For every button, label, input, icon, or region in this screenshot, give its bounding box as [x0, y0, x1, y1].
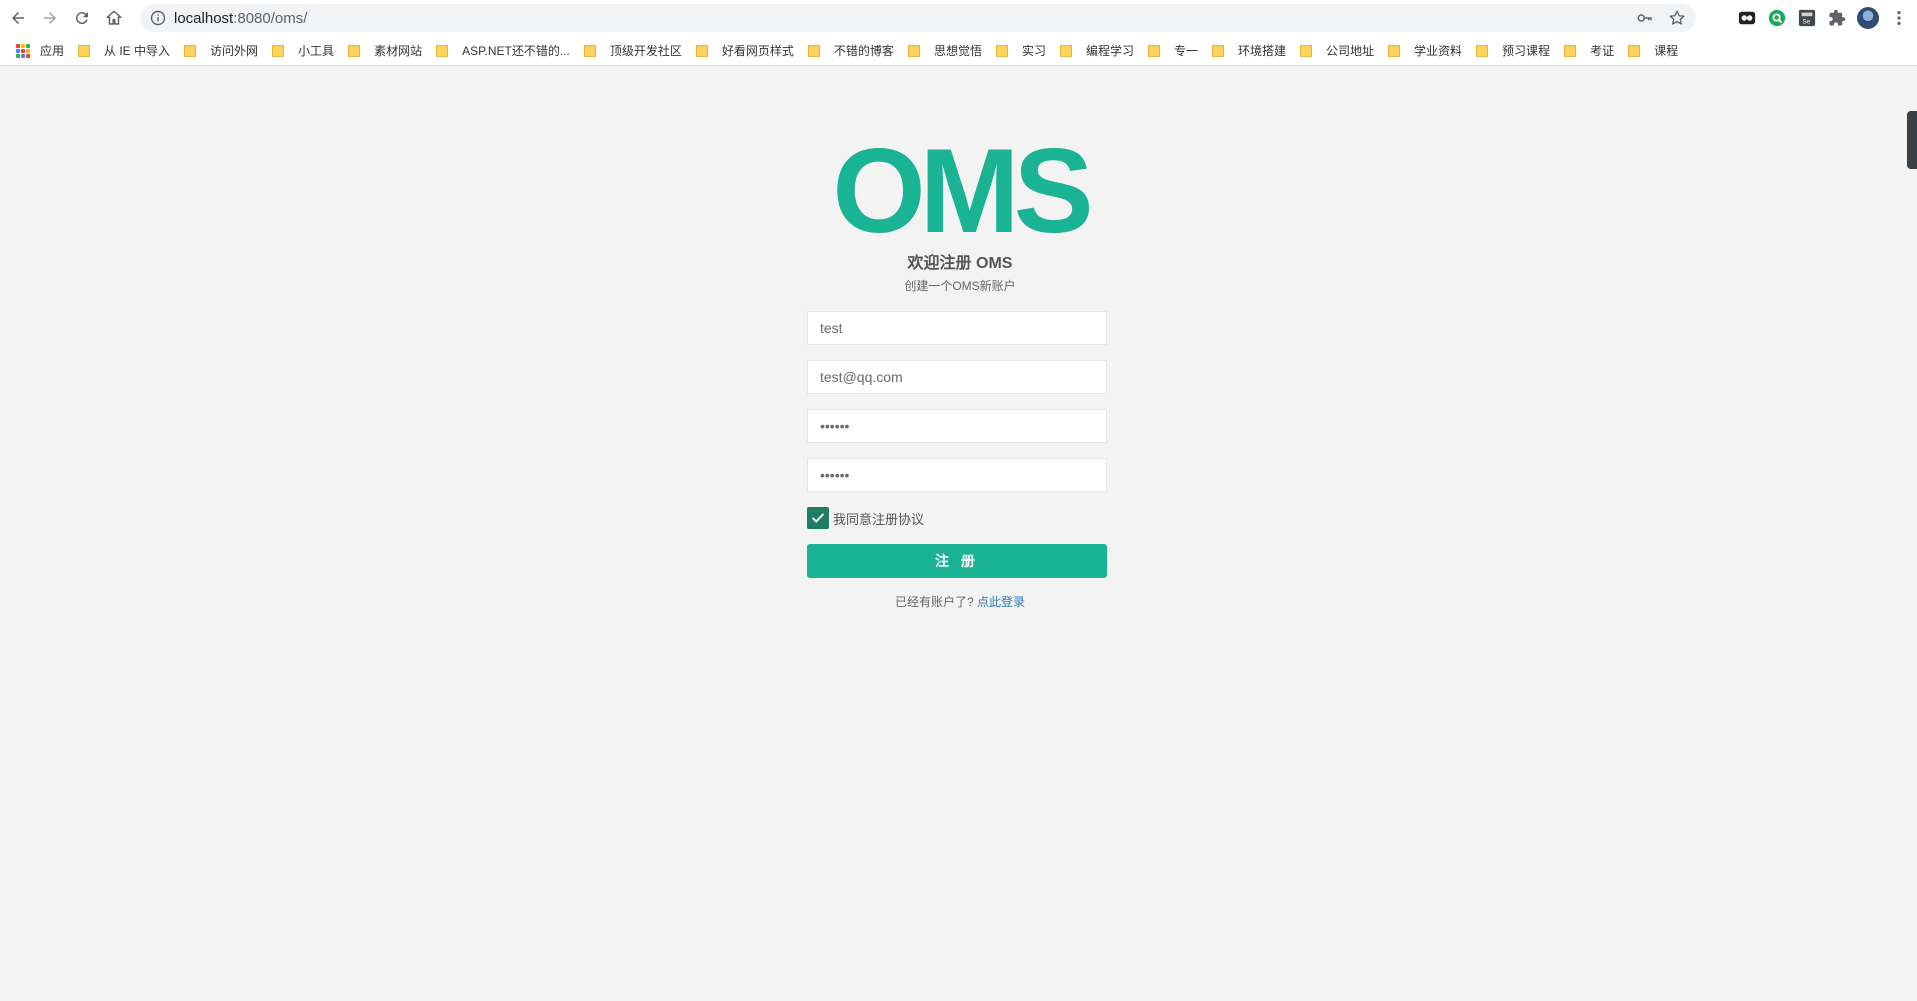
bookmark-folder[interactable]: ASP.NET还不错的... — [430, 39, 578, 63]
bookmark-folder[interactable]: 实习 — [990, 39, 1054, 63]
reload-button[interactable] — [66, 2, 98, 34]
bookmark-folder[interactable]: 课程 — [1622, 39, 1686, 63]
password-field[interactable] — [807, 409, 1107, 443]
login-prompt-row: 已经有账户了? 点此登录 — [760, 593, 1160, 610]
bookmark-folder[interactable]: 从 IE 中导入 — [72, 39, 178, 63]
bookmark-label: 顶级开发社区 — [609, 44, 682, 58]
bookmark-folder[interactable]: 公司地址 — [1294, 39, 1382, 63]
bookmark-label: 课程 — [1654, 44, 1679, 58]
folder-icon — [1564, 44, 1577, 57]
folder-icon — [1147, 44, 1160, 57]
bookmark-label: 小工具 — [298, 44, 335, 58]
bookmark-label: 从 IE 中导入 — [104, 44, 171, 58]
folder-icon — [583, 44, 596, 57]
bookmark-label: 编程学习 — [1085, 44, 1134, 58]
extension-icon-1[interactable] — [1737, 8, 1757, 28]
oms-logo: OMS — [832, 124, 1093, 258]
extension-icon-2[interactable] — [1767, 8, 1787, 28]
site-info-icon[interactable] — [150, 10, 166, 26]
login-prompt: 已经有账户了? — [894, 595, 974, 609]
reload-icon — [75, 12, 88, 25]
bookmark-label: 不错的博客 — [833, 44, 894, 58]
puzzle-icon[interactable] — [1827, 8, 1847, 28]
home-button[interactable] — [98, 2, 130, 34]
extensions-area: Se — [1737, 4, 1917, 32]
bookmark-label: 素材网站 — [374, 44, 423, 58]
folder-icon — [1628, 44, 1641, 57]
forward-icon — [44, 12, 56, 24]
bookmark-label: 访问外网 — [210, 44, 259, 58]
bookmark-folder[interactable]: 学业资料 — [1382, 39, 1470, 63]
bookmark-folder[interactable]: 顶级开发社区 — [578, 39, 690, 63]
profile-avatar[interactable] — [1857, 7, 1879, 29]
agree-row: 我同意注册协议 — [807, 507, 924, 529]
bookmark-label: ASP.NET还不错的... — [462, 44, 570, 58]
folder-icon — [907, 44, 920, 57]
bookmark-label: 专一 — [1173, 44, 1198, 58]
folder-icon — [807, 44, 820, 57]
register-page: OMS 欢迎注册 OMS 创建一个OMS新账户 我同意注册协议 注 册 已经有账… — [0, 66, 1917, 1001]
username-field[interactable] — [807, 311, 1107, 345]
bookmark-folder[interactable]: 环境搭建 — [1206, 39, 1294, 63]
bookmark-label: 实习 — [1021, 44, 1046, 58]
folder-icon — [78, 44, 91, 57]
url-host: localhost — [174, 9, 234, 27]
folder-icon — [272, 44, 285, 57]
confirm-password-field[interactable] — [807, 458, 1107, 492]
bookmarks-bar: 应用 从 IE 中导入 访问外网 小工具 素材网站 ASP.NET还不错的...… — [0, 36, 1917, 66]
bookmark-label: 环境搭建 — [1238, 44, 1287, 58]
folder-icon — [436, 44, 449, 57]
forward-button[interactable] — [34, 2, 66, 34]
register-button[interactable]: 注 册 — [807, 544, 1107, 578]
bookmark-label: 好看网页样式 — [721, 44, 794, 58]
url-path: :8080/oms/ — [233, 9, 308, 27]
extension-icon-3[interactable]: Se — [1797, 8, 1817, 28]
bookmark-folder[interactable]: 考证 — [1558, 39, 1622, 63]
checkmark-icon — [812, 513, 824, 523]
apps-grid-icon — [16, 43, 30, 58]
email-field[interactable] — [807, 360, 1107, 394]
bookmark-label: 思想觉悟 — [933, 44, 982, 58]
bookmark-label: 考证 — [1590, 44, 1615, 58]
bookmark-star-icon[interactable] — [1668, 9, 1686, 27]
browser-toolbar: localhost:8080/oms/ Se — [0, 0, 1917, 36]
folder-icon — [695, 44, 708, 57]
page-title: 欢迎注册 OMS — [907, 255, 1013, 272]
apps-shortcut[interactable]: 应用 — [10, 39, 72, 63]
login-link[interactable]: 点此登录 — [977, 595, 1025, 609]
key-icon[interactable] — [1636, 9, 1654, 27]
bookmark-folder[interactable]: 小工具 — [266, 39, 342, 63]
home-icon — [106, 10, 122, 25]
bookmark-label: 公司地址 — [1326, 44, 1375, 58]
apps-label: 应用 — [40, 44, 65, 58]
bookmark-label: 学业资料 — [1414, 44, 1463, 58]
bookmark-folder[interactable]: 好看网页样式 — [690, 39, 802, 63]
agree-checkbox[interactable] — [807, 507, 829, 529]
bookmark-folder[interactable]: 预习课程 — [1470, 39, 1558, 63]
folder-icon — [348, 44, 361, 57]
address-bar[interactable]: localhost:8080/oms/ — [140, 4, 1696, 32]
bookmark-folder[interactable]: 专一 — [1142, 39, 1206, 63]
agree-label: 我同意注册协议 — [833, 511, 925, 527]
bookmark-folder[interactable]: 访问外网 — [178, 39, 266, 63]
bookmark-folder[interactable]: 素材网站 — [342, 39, 430, 63]
back-button[interactable] — [2, 2, 34, 34]
bookmark-label: 预习课程 — [1502, 44, 1551, 58]
folder-icon — [1476, 44, 1489, 57]
folder-icon — [1212, 44, 1224, 57]
folder-icon — [1388, 44, 1401, 57]
svg-text:Se: Se — [1803, 18, 1811, 25]
bookmark-folder[interactable]: 思想觉悟 — [902, 39, 990, 63]
folder-icon — [995, 44, 1008, 57]
menu-dots-icon[interactable] — [1889, 8, 1909, 28]
folder-icon — [184, 44, 197, 57]
folder-icon — [1300, 44, 1313, 57]
bookmark-folder[interactable]: 不错的博客 — [802, 39, 902, 63]
bookmark-folder[interactable]: 编程学习 — [1054, 39, 1142, 63]
back-icon — [12, 12, 24, 24]
page-subtitle: 创建一个OMS新账户 — [904, 279, 1016, 293]
folder-icon — [1059, 44, 1072, 57]
